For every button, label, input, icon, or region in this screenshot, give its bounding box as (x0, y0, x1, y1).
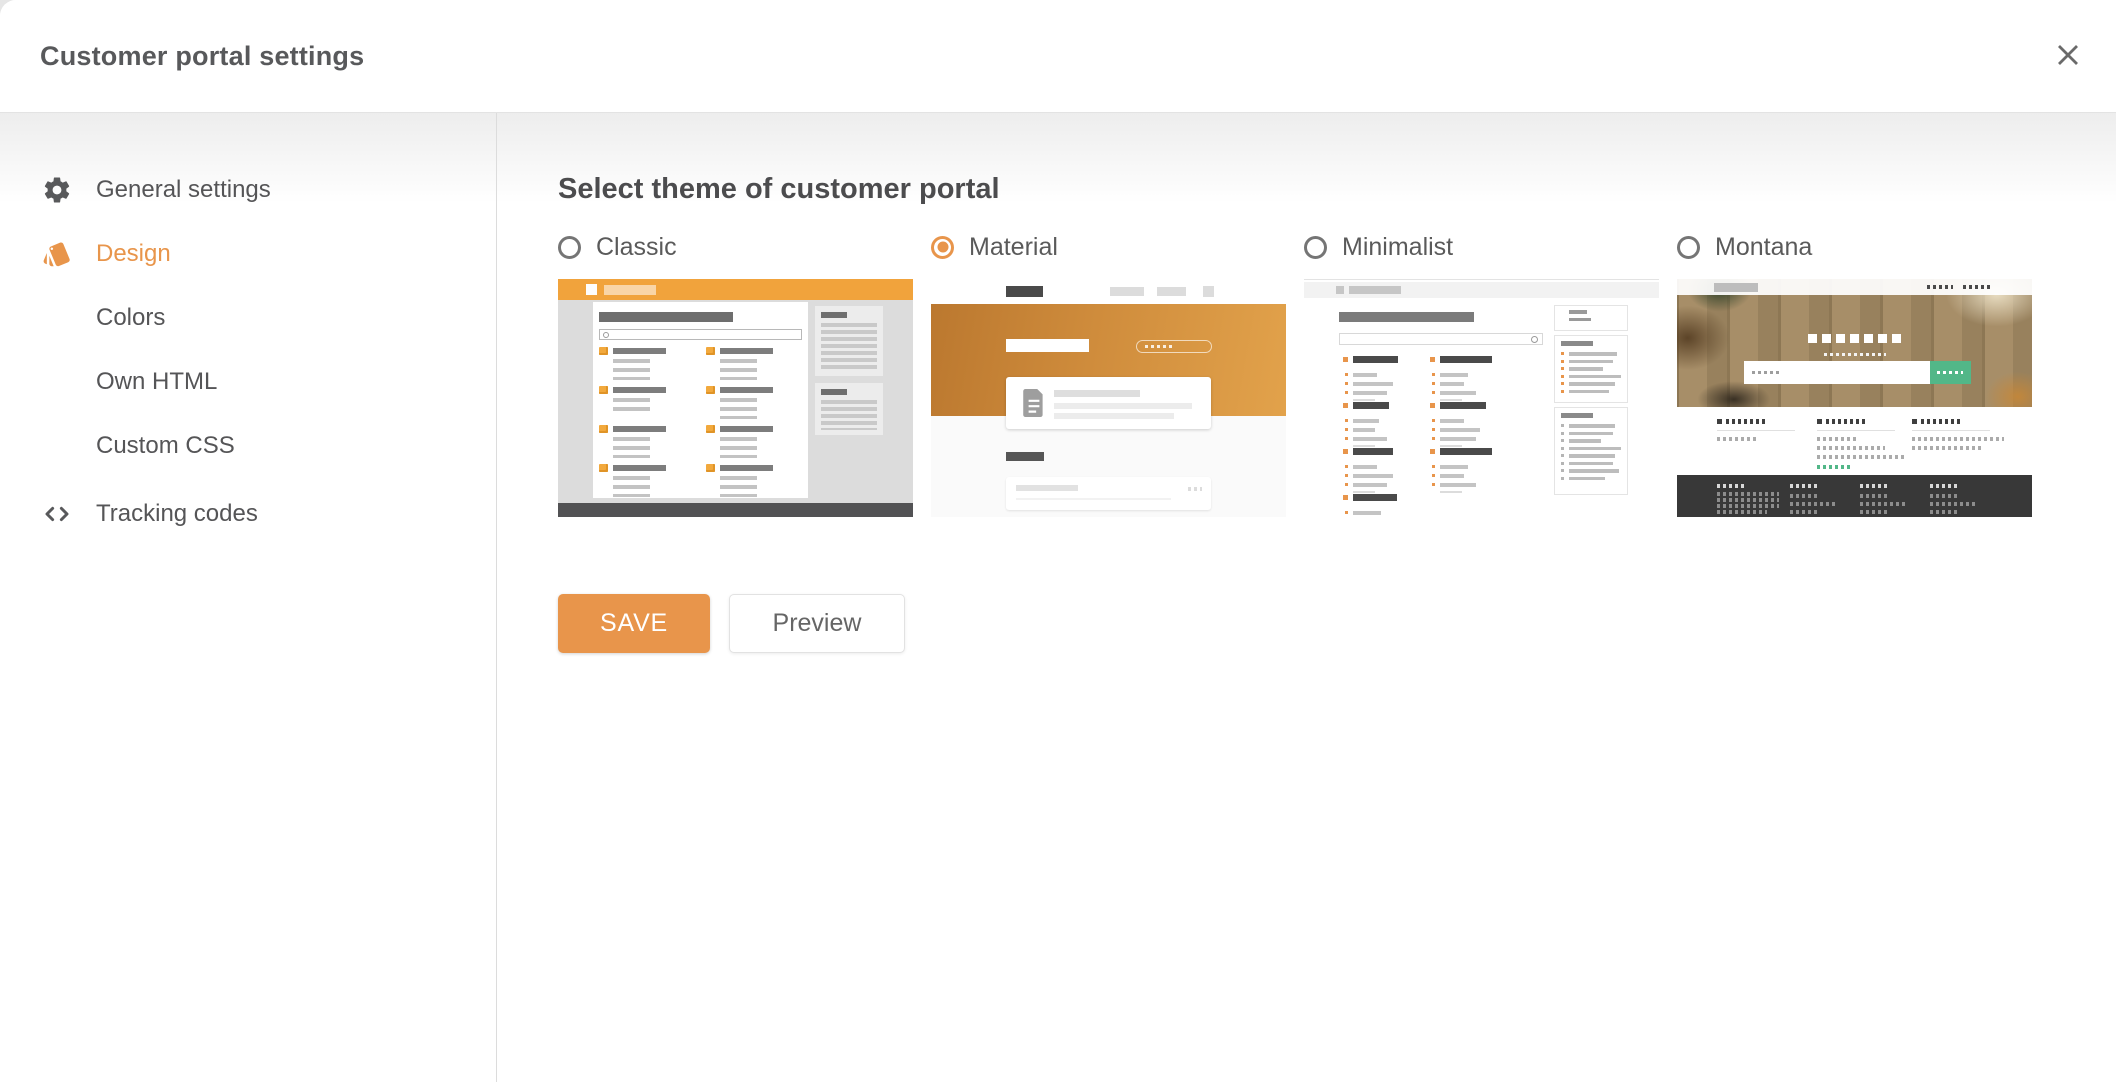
dialog-header: Customer portal settings (0, 0, 2116, 113)
theme-option-material: Material (931, 233, 1286, 517)
sidebar-item-label: Design (96, 240, 171, 268)
sidebar-item-design[interactable]: Design (0, 222, 496, 286)
radio-icon (1304, 236, 1327, 259)
theme-label: Montana (1715, 233, 1812, 262)
sidebar-item-label: Colors (96, 304, 165, 332)
theme-thumbnail-classic[interactable] (558, 279, 913, 517)
theme-option-montana: Montana (1677, 233, 2032, 517)
theme-thumbnail-material[interactable] (931, 279, 1286, 517)
gear-icon (42, 175, 72, 205)
theme-options-grid: Classic (558, 233, 2116, 517)
preview-button[interactable]: Preview (729, 594, 905, 653)
sidebar-item-custom-css[interactable]: Custom CSS (0, 414, 496, 478)
customer-portal-settings-dialog: Customer portal settings General setting… (0, 0, 2116, 1082)
action-buttons: SAVE Preview (558, 594, 2116, 653)
theme-option-classic: Classic (558, 233, 913, 517)
theme-thumbnail-montana[interactable] (1677, 279, 2032, 517)
theme-label: Classic (596, 233, 677, 262)
sidebar-item-label: Own HTML (96, 368, 217, 396)
sidebar-item-general-settings[interactable]: General settings (0, 158, 496, 222)
page-title: Select theme of customer portal (558, 173, 2116, 206)
design-settings-panel: Select theme of customer portal Classic (497, 113, 2116, 1082)
theme-thumbnail-minimalist[interactable] (1304, 279, 1659, 517)
theme-label: Material (969, 233, 1058, 262)
theme-radio-montana[interactable]: Montana (1677, 233, 2032, 261)
settings-sidebar: General settings Design Colors Own HTML … (0, 113, 497, 1082)
sidebar-item-label: Custom CSS (96, 432, 235, 460)
theme-radio-material[interactable]: Material (931, 233, 1286, 261)
dialog-title: Customer portal settings (40, 41, 364, 72)
sidebar-item-tracking-codes[interactable]: Tracking codes (0, 482, 496, 546)
radio-icon (1677, 236, 1700, 259)
close-button[interactable] (2042, 30, 2094, 82)
theme-radio-classic[interactable]: Classic (558, 233, 913, 261)
theme-radio-minimalist[interactable]: Minimalist (1304, 233, 1659, 261)
sidebar-item-colors[interactable]: Colors (0, 286, 496, 350)
radio-icon (931, 236, 954, 259)
code-icon (42, 499, 72, 529)
palette-swatch-icon (42, 239, 72, 269)
theme-label: Minimalist (1342, 233, 1453, 262)
close-icon (2054, 41, 2082, 72)
sidebar-item-label: General settings (96, 176, 271, 204)
sidebar-item-label: Tracking codes (96, 500, 258, 528)
theme-option-minimalist: Minimalist (1304, 233, 1659, 517)
sidebar-item-own-html[interactable]: Own HTML (0, 350, 496, 414)
save-button[interactable]: SAVE (558, 594, 710, 653)
radio-icon (558, 236, 581, 259)
